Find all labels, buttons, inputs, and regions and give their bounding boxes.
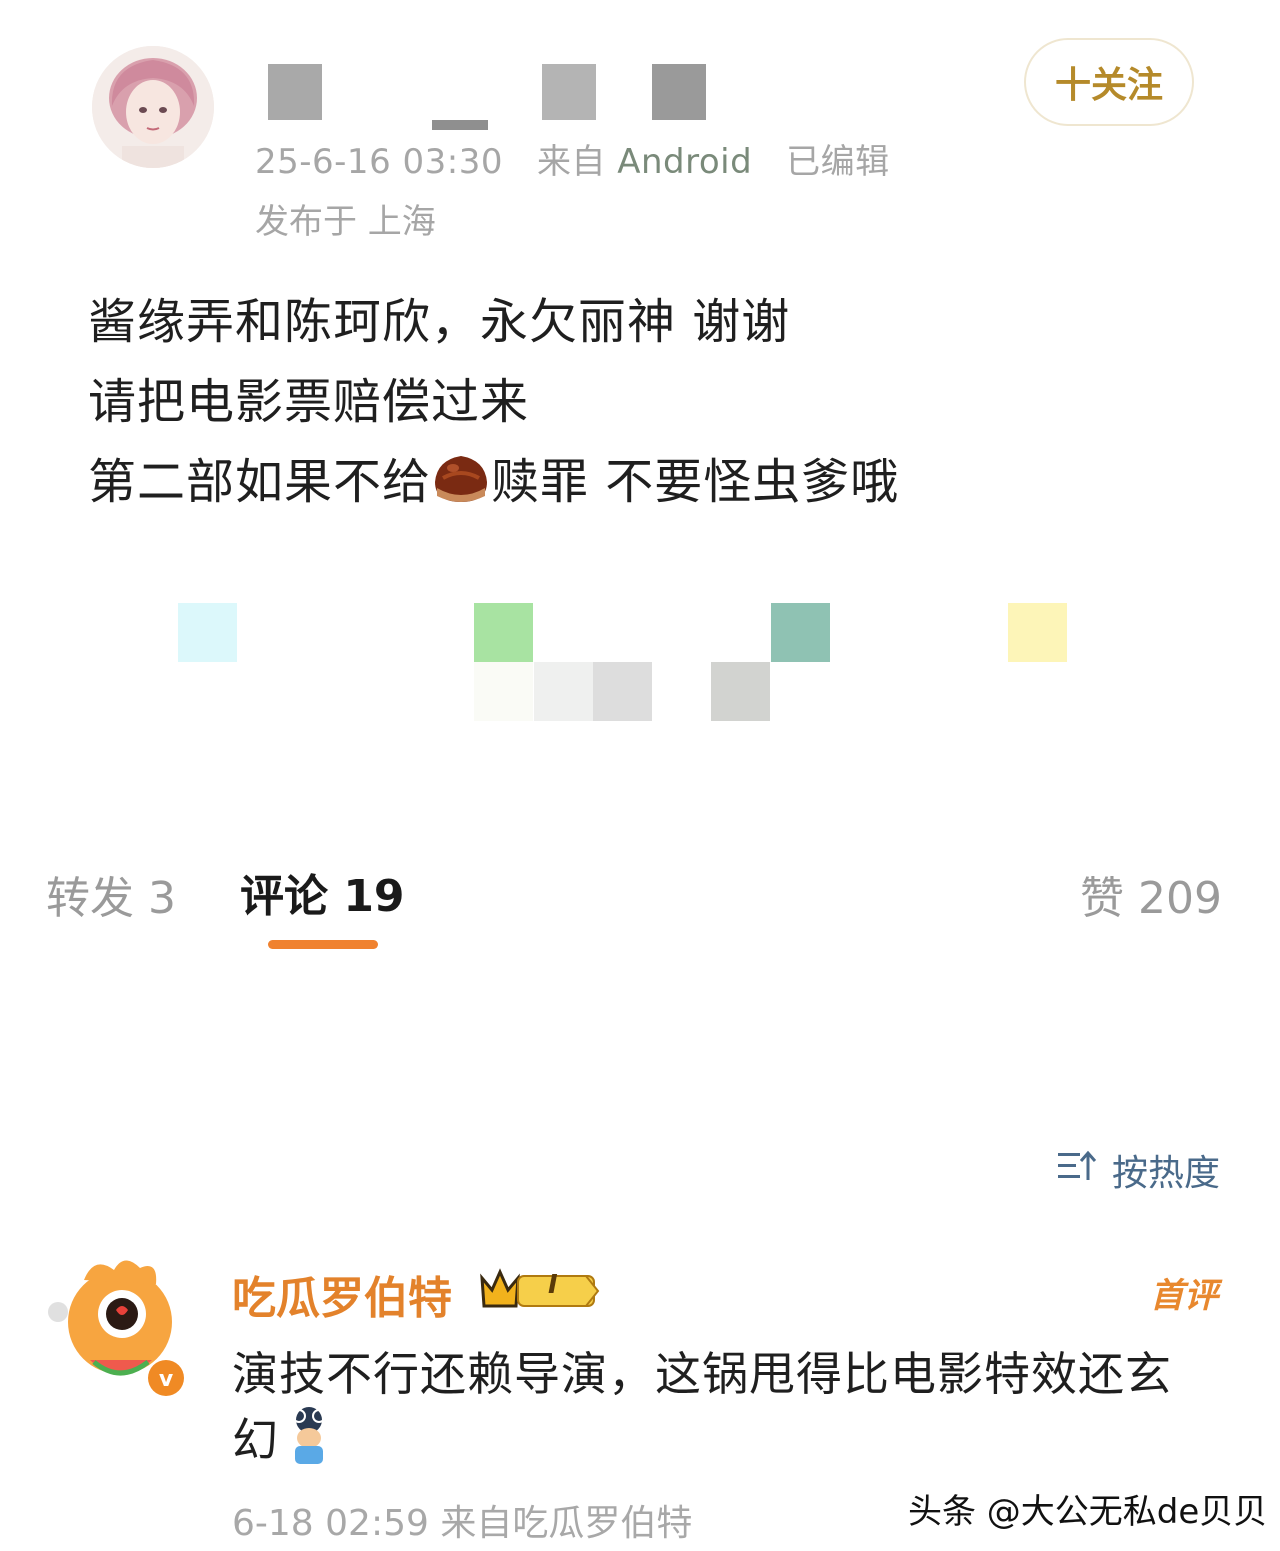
post-text-line: 第二部如果不给 赎罪 不要怪虫爹哦 [88, 442, 899, 512]
username-mosaic [268, 64, 322, 120]
first-comment-badge: 首评 [1150, 1276, 1218, 1316]
comment-text-line: 幻 [232, 1404, 335, 1477]
member-level-badge[interactable]: I [478, 1264, 602, 1314]
mosaic-tile [593, 662, 652, 721]
post-text-segment: 第二部如果不给 [88, 454, 432, 510]
mosaic-tile [711, 662, 770, 721]
tab-like[interactable]: 赞 209 [1080, 862, 1222, 926]
username-mosaic [542, 64, 596, 120]
mosaic-tile [534, 662, 593, 721]
edited-label[interactable]: 已编辑 [786, 142, 890, 182]
follow-button[interactable]: 十关注 [1024, 38, 1194, 126]
mosaic-tile [474, 662, 533, 721]
username-mosaic [652, 64, 706, 120]
tab-comment[interactable]: 评论 19 [240, 860, 405, 924]
comment-text-line: 演技不行还赖导演，这锅甩得比电影特效还玄 [232, 1347, 1172, 1401]
svg-text:v: v [159, 1367, 174, 1392]
mosaic-tile [178, 603, 237, 662]
post-text-line: 酱缘弄和陈珂欣，永欠丽神 谢谢 [88, 294, 791, 350]
follow-label: 十关注 [1054, 65, 1163, 106]
robot-emoji-icon [283, 1404, 335, 1477]
post-meta: 25-6-16 03:30 来自 Android 已编辑 [255, 134, 890, 183]
sort-icon [1056, 1148, 1098, 1193]
comment-text-segment: 幻 [232, 1413, 279, 1467]
commenter-username[interactable]: 吃瓜罗伯特 [232, 1262, 452, 1326]
source-prefix: 来自 [536, 142, 606, 182]
mosaic-tile [1008, 603, 1067, 662]
chestnut-emoji-icon [431, 452, 491, 506]
mosaic-tile [474, 603, 533, 662]
comment-meta: 6-18 02:59 来自吃瓜罗伯特 [232, 1503, 693, 1544]
post-location: 发布于 上海 [255, 202, 436, 242]
tab-repost[interactable]: 转发 3 [46, 862, 176, 926]
username-mosaic [432, 120, 488, 130]
post-text-segment: 赎罪 不要怪虫爹哦 [491, 454, 900, 510]
sort-by-hot-button[interactable]: 按热度 [1056, 1144, 1220, 1196]
mosaic-tile [771, 603, 830, 662]
watermark: 头条 @大公无私de贝贝 [908, 1492, 1268, 1532]
post-source[interactable]: Android [617, 142, 752, 182]
author-avatar[interactable] [92, 46, 214, 168]
post-text-line: 请把电影票赔偿过来 [88, 374, 530, 430]
member-level-text: I [548, 1270, 558, 1300]
post-timestamp: 25-6-16 03:30 [255, 142, 503, 182]
commenter-avatar[interactable]: v [44, 1250, 194, 1400]
active-tab-indicator [268, 940, 378, 949]
sort-label: 按热度 [1112, 1153, 1221, 1194]
